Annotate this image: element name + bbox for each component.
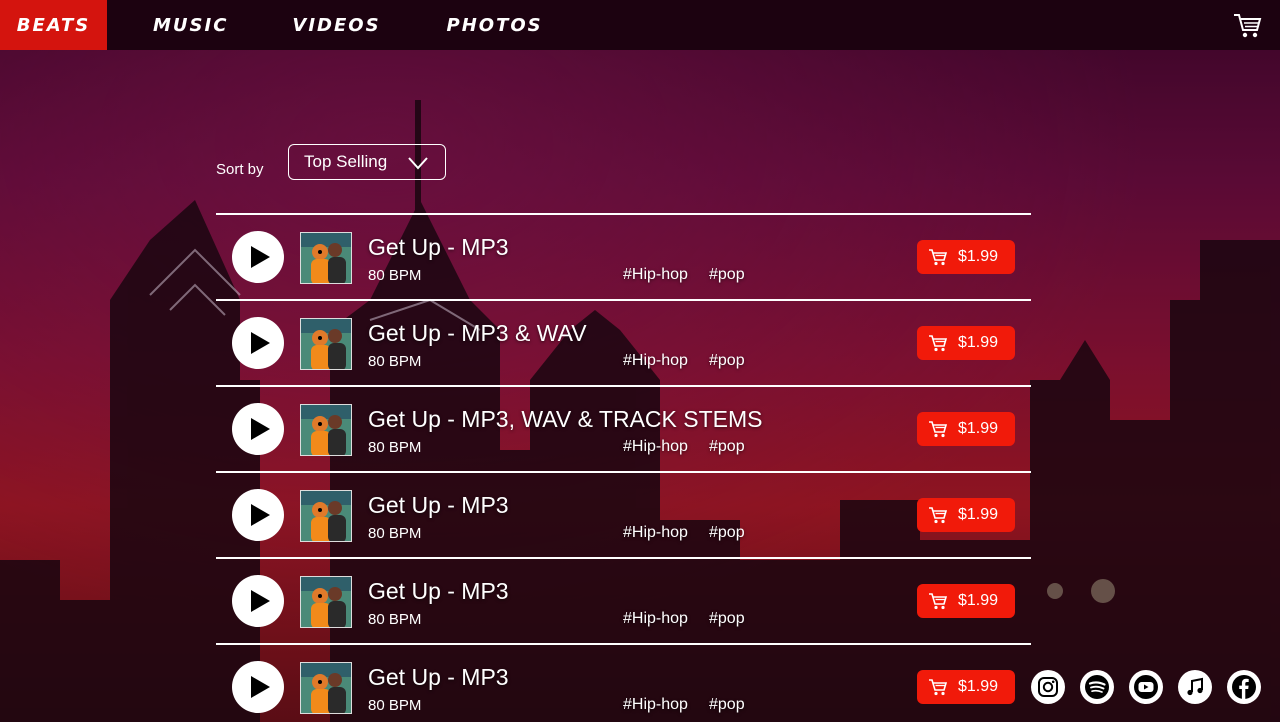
price-label: $1.99 [958,678,999,695]
tag-style[interactable]: #pop [709,610,745,628]
cover-art[interactable] [300,318,352,370]
price-label: $1.99 [958,506,999,523]
cover-art[interactable] [300,404,352,456]
buy-button[interactable]: $1.99 [917,498,1015,532]
spotify-icon[interactable] [1080,670,1114,704]
nav-beats[interactable]: BEATS [0,0,107,50]
play-button[interactable] [232,231,284,283]
track-title[interactable]: Get Up - MP3 [368,664,509,691]
youtube-icon[interactable] [1129,670,1163,704]
price-label: $1.99 [958,592,999,609]
play-button[interactable] [232,317,284,369]
tag-style[interactable]: #pop [709,438,745,456]
play-icon [251,332,270,354]
track-title[interactable]: Get Up - MP3 & WAV [368,320,587,347]
price-label: $1.99 [958,420,999,437]
tag-genre[interactable]: #Hip-hop [623,610,688,628]
play-button[interactable] [232,575,284,627]
track-title[interactable]: Get Up - MP3 [368,234,509,261]
nav-photos[interactable]: PHOTOS [447,0,543,50]
track-bpm: 80 BPM [368,353,422,370]
cart-icon [929,335,948,352]
cover-art[interactable] [300,490,352,542]
sort-dropdown[interactable]: Top Selling [288,144,446,180]
beat-row: Get Up - MP3 80 BPM #Hip-hop #pop $1.99 [216,471,1031,557]
track-title[interactable]: Get Up - MP3 [368,492,509,519]
play-button[interactable] [232,403,284,455]
nav-music[interactable]: MUSIC [153,0,228,50]
apple-music-icon[interactable] [1178,670,1212,704]
facebook-icon[interactable] [1227,670,1261,704]
play-icon [251,590,270,612]
play-icon [251,504,270,526]
tag-style[interactable]: #pop [709,352,745,370]
buy-button[interactable]: $1.99 [917,412,1015,446]
cover-art[interactable] [300,232,352,284]
play-button[interactable] [232,661,284,713]
sort-selected-value: Top Selling [304,152,388,171]
cart-icon [929,593,948,610]
buy-button[interactable]: $1.99 [917,240,1015,274]
buy-button[interactable]: $1.99 [917,584,1015,618]
beat-list: Get Up - MP3 80 BPM #Hip-hop #pop $1.99 [216,213,1031,722]
cart-icon [929,249,948,266]
beat-row: Get Up - MP3 80 BPM #Hip-hop #pop $1.99 [216,643,1031,722]
price-label: $1.99 [958,334,999,351]
sort-label: Sort by [216,161,264,178]
buy-button[interactable]: $1.99 [917,326,1015,360]
track-bpm: 80 BPM [368,697,422,714]
cover-art[interactable] [300,662,352,714]
cart-icon [929,507,948,524]
cart-icon [929,679,948,696]
beat-row: Get Up - MP3, WAV & TRACK STEMS 80 BPM #… [216,385,1031,471]
tag-style[interactable]: #pop [709,266,745,284]
track-bpm: 80 BPM [368,267,422,284]
track-bpm: 80 BPM [368,439,422,456]
tag-genre[interactable]: #Hip-hop [623,696,688,714]
tag-genre[interactable]: #Hip-hop [623,352,688,370]
tag-style[interactable]: #pop [709,696,745,714]
beat-row: Get Up - MP3 80 BPM #Hip-hop #pop $1.99 [216,213,1031,299]
tag-genre[interactable]: #Hip-hop [623,524,688,542]
cover-art[interactable] [300,576,352,628]
tag-genre[interactable]: #Hip-hop [623,266,688,284]
tag-genre[interactable]: #Hip-hop [623,438,688,456]
cart-icon[interactable] [1232,11,1262,39]
play-icon [251,676,270,698]
social-links [1031,670,1276,704]
play-icon [251,246,270,268]
chevron-down-icon [408,157,428,170]
play-icon [251,418,270,440]
track-title[interactable]: Get Up - MP3 [368,578,509,605]
price-label: $1.99 [958,248,999,265]
beat-row: Get Up - MP3 & WAV 80 BPM #Hip-hop #pop … [216,299,1031,385]
instagram-icon[interactable] [1031,670,1065,704]
buy-button[interactable]: $1.99 [917,670,1015,704]
cart-icon [929,421,948,438]
track-title[interactable]: Get Up - MP3, WAV & TRACK STEMS [368,406,762,433]
top-navigation: BEATS MUSIC VIDEOS PHOTOS [0,0,1280,50]
track-bpm: 80 BPM [368,525,422,542]
tag-style[interactable]: #pop [709,524,745,542]
play-button[interactable] [232,489,284,541]
beat-row: Get Up - MP3 80 BPM #Hip-hop #pop $1.99 [216,557,1031,643]
nav-videos[interactable]: VIDEOS [292,0,380,50]
track-bpm: 80 BPM [368,611,422,628]
